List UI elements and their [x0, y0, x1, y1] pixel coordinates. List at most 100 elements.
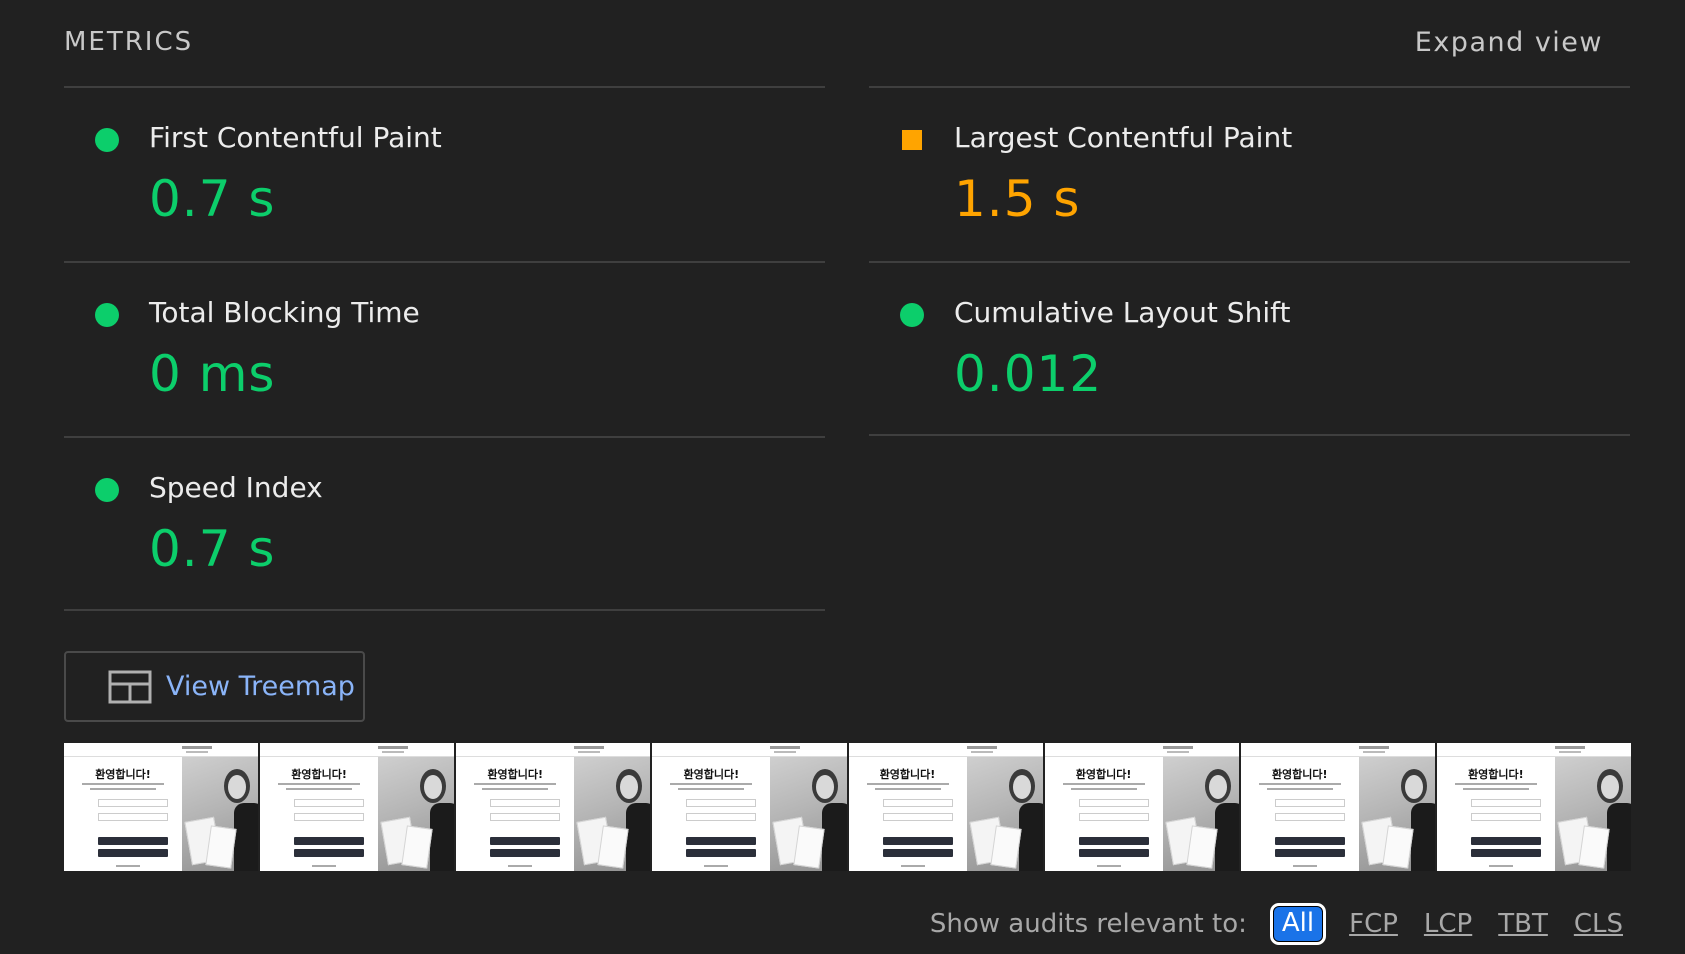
frame-topbar — [260, 743, 455, 757]
frame-photo-bag — [1578, 825, 1610, 869]
frame-heading: 환영합니다! — [487, 768, 544, 781]
filmstrip-frame: 환영합니다! — [848, 743, 1045, 871]
frame-text-line — [1096, 865, 1121, 867]
frame-input — [882, 813, 953, 821]
frame-input — [98, 799, 168, 807]
frame-topbar — [456, 743, 651, 757]
frame-button — [98, 849, 168, 857]
frame-text-line — [678, 788, 745, 790]
green-circle-icon — [95, 128, 119, 152]
frame-topbar — [64, 743, 259, 757]
frame-button — [1274, 849, 1345, 857]
frame-text-line — [90, 788, 156, 790]
frame-photo-body — [1410, 803, 1435, 871]
metric-first-contentful-paint: First Contentful Paint 0.7 s — [64, 86, 825, 261]
frame-input — [1470, 799, 1541, 807]
filter-chip-tbt[interactable]: TBT — [1498, 909, 1548, 939]
metric-value: 0.7 s — [149, 520, 276, 578]
frame-button — [882, 837, 953, 845]
metric-value: 0.7 s — [149, 170, 276, 228]
frame-input — [1078, 813, 1149, 821]
metric-cumulative-layout-shift: Cumulative Layout Shift 0.012 — [869, 261, 1630, 436]
filter-chip-lcp[interactable]: LCP — [1424, 909, 1472, 939]
frame-photo-body — [626, 803, 651, 871]
view-treemap-label: View Treemap — [166, 671, 355, 702]
frame-brand-sub — [1362, 751, 1385, 753]
expand-view-toggle[interactable]: Expand view — [1415, 27, 1603, 58]
frame-photo-body — [1214, 803, 1239, 871]
frame-input — [1274, 799, 1345, 807]
frame-button — [1470, 837, 1541, 845]
filmstrip-frame: 환영합니다! — [1240, 743, 1437, 871]
metric-label: Total Blocking Time — [149, 296, 420, 329]
filmstrip-frame: 환영합니다! — [260, 743, 457, 871]
frame-button — [1470, 849, 1541, 857]
frame-brand — [574, 746, 605, 749]
frame-button — [98, 837, 168, 845]
frame-photo-bag — [205, 825, 237, 869]
frame-brand — [1554, 746, 1585, 749]
frame-photo-face — [228, 775, 246, 799]
filmstrip-frame: 환영합니다! — [64, 743, 261, 871]
frame-text-line — [1462, 788, 1529, 790]
filter-chip-all[interactable]: All — [1269, 903, 1327, 945]
metric-label: Speed Index — [149, 471, 323, 504]
metric-label: Cumulative Layout Shift — [954, 296, 1291, 329]
frame-heading: 환영합니다! — [879, 768, 936, 781]
filmstrip-frame: 환영합니다! — [652, 743, 849, 871]
metrics-title: METRICS — [64, 27, 194, 57]
filter-chip-fcp[interactable]: FCP — [1349, 909, 1398, 939]
frame-button — [490, 849, 561, 857]
frame-input — [490, 799, 561, 807]
frame-button — [490, 837, 561, 845]
frame-brand — [182, 746, 212, 749]
frame-heading: 환영합니다! — [1468, 768, 1524, 781]
frame-text-line — [1258, 783, 1341, 785]
frame-topbar — [652, 743, 847, 757]
frame-text-line — [1266, 788, 1333, 790]
frame-input — [1274, 813, 1345, 821]
frame-photo-face — [1012, 775, 1031, 799]
frame-button — [1078, 837, 1149, 845]
frame-brand — [770, 746, 801, 749]
frame-input — [882, 799, 953, 807]
frame-input — [490, 813, 561, 821]
frame-topbar — [1240, 743, 1435, 757]
frame-brand-sub — [970, 751, 993, 753]
frame-heading: 환영합니다! — [1271, 768, 1328, 781]
frame-brand-sub — [1558, 751, 1581, 753]
frame-input — [686, 813, 757, 821]
orange-square-icon — [902, 130, 922, 150]
frame-brand — [1162, 746, 1193, 749]
treemap-icon — [108, 670, 152, 703]
metric-label: First Contentful Paint — [149, 121, 442, 154]
filter-chip-cls[interactable]: CLS — [1574, 909, 1623, 939]
filmstrip-frame: 환영합니다! — [456, 743, 653, 871]
frame-heading: 환영합니다! — [291, 768, 347, 781]
frame-text-line — [474, 783, 557, 785]
frame-text-line — [278, 783, 361, 785]
view-treemap-button[interactable]: View Treemap — [64, 651, 365, 722]
frame-text-line — [1292, 865, 1317, 867]
frame-photo-body — [234, 803, 259, 871]
metric-largest-contentful-paint: Largest Contentful Paint 1.5 s — [869, 86, 1630, 261]
metric-value: 1.5 s — [954, 170, 1081, 228]
frame-topbar — [1044, 743, 1239, 757]
frame-text-line — [866, 783, 949, 785]
metric-speed-index: Speed Index 0.7 s — [64, 436, 825, 611]
frame-text-line — [900, 865, 925, 867]
frame-brand — [966, 746, 997, 749]
frame-brand-sub — [774, 751, 797, 753]
frame-brand — [378, 746, 409, 749]
audit-filter-bar: Show audits relevant to: All FCP LCP TBT… — [64, 902, 1631, 946]
frame-text-line — [116, 865, 140, 867]
frame-button — [882, 849, 953, 857]
audit-filter-label: Show audits relevant to: — [929, 909, 1247, 939]
frame-text-line — [1070, 788, 1137, 790]
frame-brand-sub — [186, 751, 208, 753]
metric-value: 0.012 — [954, 345, 1103, 403]
frame-photo-face — [1600, 775, 1619, 799]
metric-value: 0 ms — [149, 345, 276, 403]
frame-button — [1274, 837, 1345, 845]
frame-photo-body — [1606, 803, 1631, 871]
